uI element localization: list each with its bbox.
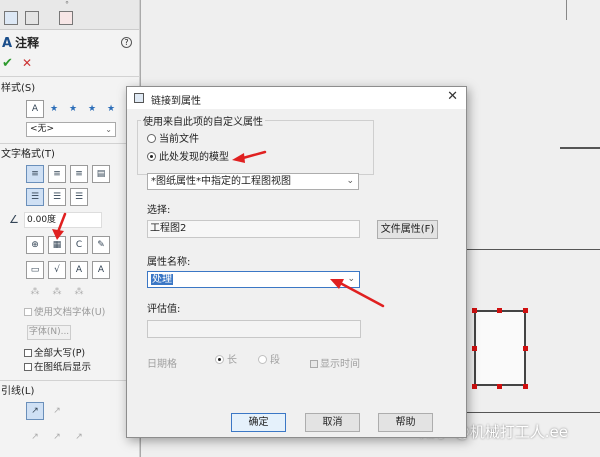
style-section-header[interactable]: 样式(S) — [0, 80, 140, 98]
link-to-property-dialog: 链接到属性 ✕ 使用来自此项的自定义属性 当前文件 此处发现的模型 *图纸属性*… — [126, 86, 467, 438]
grip-handle[interactable] — [497, 384, 502, 389]
lock-note-icon[interactable]: ✎ — [92, 236, 110, 254]
property-name-select[interactable]: 处理 ⌄ — [147, 271, 360, 288]
chevron-down-icon: ⌄ — [105, 125, 112, 134]
radio-model-found-here[interactable]: 此处发现的模型 — [147, 152, 229, 164]
chevron-down-icon: ⌄ — [347, 274, 355, 284]
leader-bent-icon[interactable]: ↗ — [26, 428, 44, 446]
feature-manager-tab-icon[interactable] — [4, 11, 18, 25]
datum-feature-icon[interactable]: A — [70, 261, 88, 279]
radio-current-file[interactable]: 当前文件 — [147, 134, 199, 146]
leader-spline-icon[interactable]: ↗ — [70, 428, 88, 446]
evaluated-value-field — [147, 320, 361, 338]
justify-icon[interactable]: ▤ — [92, 165, 110, 183]
add-symbol-icon[interactable]: C — [70, 236, 88, 254]
text-format-section-header[interactable]: 文字格式(T) — [0, 146, 140, 164]
leader-underline-icon[interactable]: ↗ — [48, 428, 66, 446]
drawing-view-frame[interactable] — [474, 310, 526, 386]
delete-style-icon[interactable]: ★ — [64, 100, 82, 118]
property-source-group — [137, 120, 374, 175]
save-style-icon[interactable]: ★ — [83, 100, 101, 118]
balloon-icon: ⁂ — [52, 287, 62, 297]
drawing-view-select[interactable]: *图纸属性*中指定的工程图视图 ⌄ — [147, 173, 359, 190]
use-doc-font-checkbox[interactable]: 使用文档字体(U) — [24, 307, 105, 319]
cancel-x-icon[interactable]: ✕ — [22, 56, 32, 70]
select-label: 选择: — [147, 205, 171, 216]
dialog-app-icon — [134, 93, 144, 103]
stacked-balloon-icon: ⁂ — [30, 287, 40, 297]
grip-handle[interactable] — [472, 346, 477, 351]
grip-handle[interactable] — [472, 308, 477, 313]
align-top-icon[interactable]: ☰ — [26, 188, 44, 206]
align-bottom-icon[interactable]: ☰ — [70, 188, 88, 206]
load-style-icon[interactable]: ★ — [102, 100, 120, 118]
font-button[interactable]: 字体(N)... — [27, 325, 71, 340]
ok-button[interactable]: 确定 — [231, 413, 286, 432]
align-left-icon[interactable]: ≡ — [26, 165, 44, 183]
tab-pin-icon: ° — [65, 0, 69, 9]
insert-hyperlink-icon[interactable]: ⊕ — [26, 236, 44, 254]
angle-icon: ∠ — [9, 213, 19, 226]
leader-straight-icon[interactable]: ↗ — [48, 402, 66, 420]
hole-callout-icon: ⁂ — [74, 287, 84, 297]
property-source-group-label: 使用来自此项的自定义属性 — [141, 113, 265, 128]
apply-style-icon[interactable]: A — [26, 100, 44, 118]
surface-finish-icon[interactable]: √ — [48, 261, 66, 279]
grip-handle[interactable] — [497, 308, 502, 313]
border-line — [566, 0, 567, 20]
align-center-icon[interactable]: ≡ — [48, 165, 66, 183]
panel-tabs: ° — [0, 0, 139, 30]
align-middle-icon[interactable]: ☰ — [48, 188, 66, 206]
cancel-button[interactable]: 取消 — [305, 413, 360, 432]
link-to-property-icon[interactable]: ▦ — [48, 236, 66, 254]
dialog-title: 链接到属性 — [151, 96, 201, 107]
close-icon[interactable]: ✕ — [447, 89, 458, 104]
evaluated-value-label: 评估值: — [147, 304, 181, 315]
help-button[interactable]: 帮助 — [378, 413, 433, 432]
grip-handle[interactable] — [523, 346, 528, 351]
show-time-checkbox[interactable]: 显示时间 — [310, 355, 360, 370]
property-manager-tab-icon[interactable] — [25, 11, 39, 25]
leader-auto-icon[interactable]: ↗ — [26, 402, 44, 420]
add-style-icon[interactable]: ★ — [45, 100, 63, 118]
dialog-titlebar[interactable]: 链接到属性 ✕ — [127, 87, 466, 109]
grip-handle[interactable] — [472, 384, 477, 389]
selected-item-field: 工程图2 — [147, 220, 360, 238]
grip-handle[interactable] — [523, 308, 528, 313]
all-caps-checkbox[interactable]: 全部大写(P) — [24, 348, 85, 360]
panel-title: A 注释 — [2, 36, 40, 51]
date-format-label: 日期格 — [147, 359, 177, 370]
chevron-down-icon: ⌄ — [346, 176, 354, 186]
ok-check-icon[interactable]: ✔ — [2, 56, 13, 71]
border-line — [560, 147, 600, 149]
property-manager-panel: ° A 注释 ? ✔ ✕ 样式(S) A ★ ★ ★ ★ <无> ⌄ 文字格式(T… — [0, 0, 140, 457]
radio-date-long[interactable]: 长 — [215, 355, 237, 367]
stack-note-icon[interactable]: A — [92, 261, 110, 279]
geometric-tolerance-icon[interactable]: ▭ — [26, 261, 44, 279]
leader-section-header[interactable]: 引线(L) — [0, 383, 140, 401]
style-select[interactable]: <无> ⌄ — [26, 122, 116, 137]
configuration-tab-icon[interactable] — [59, 11, 73, 25]
show-behind-sheet-checkbox[interactable]: 在图纸后显示 — [24, 362, 91, 374]
grip-handle[interactable] — [523, 384, 528, 389]
radio-date-short[interactable]: 段 — [258, 355, 280, 367]
annotation-a-icon: A — [2, 36, 13, 51]
file-properties-button[interactable]: 文件属性(F) — [377, 220, 438, 239]
property-name-label: 属性名称: — [147, 257, 191, 268]
help-icon[interactable]: ? — [121, 37, 132, 48]
align-right-icon[interactable]: ≡ — [70, 165, 88, 183]
angle-input[interactable]: 0.00度 — [24, 212, 102, 228]
